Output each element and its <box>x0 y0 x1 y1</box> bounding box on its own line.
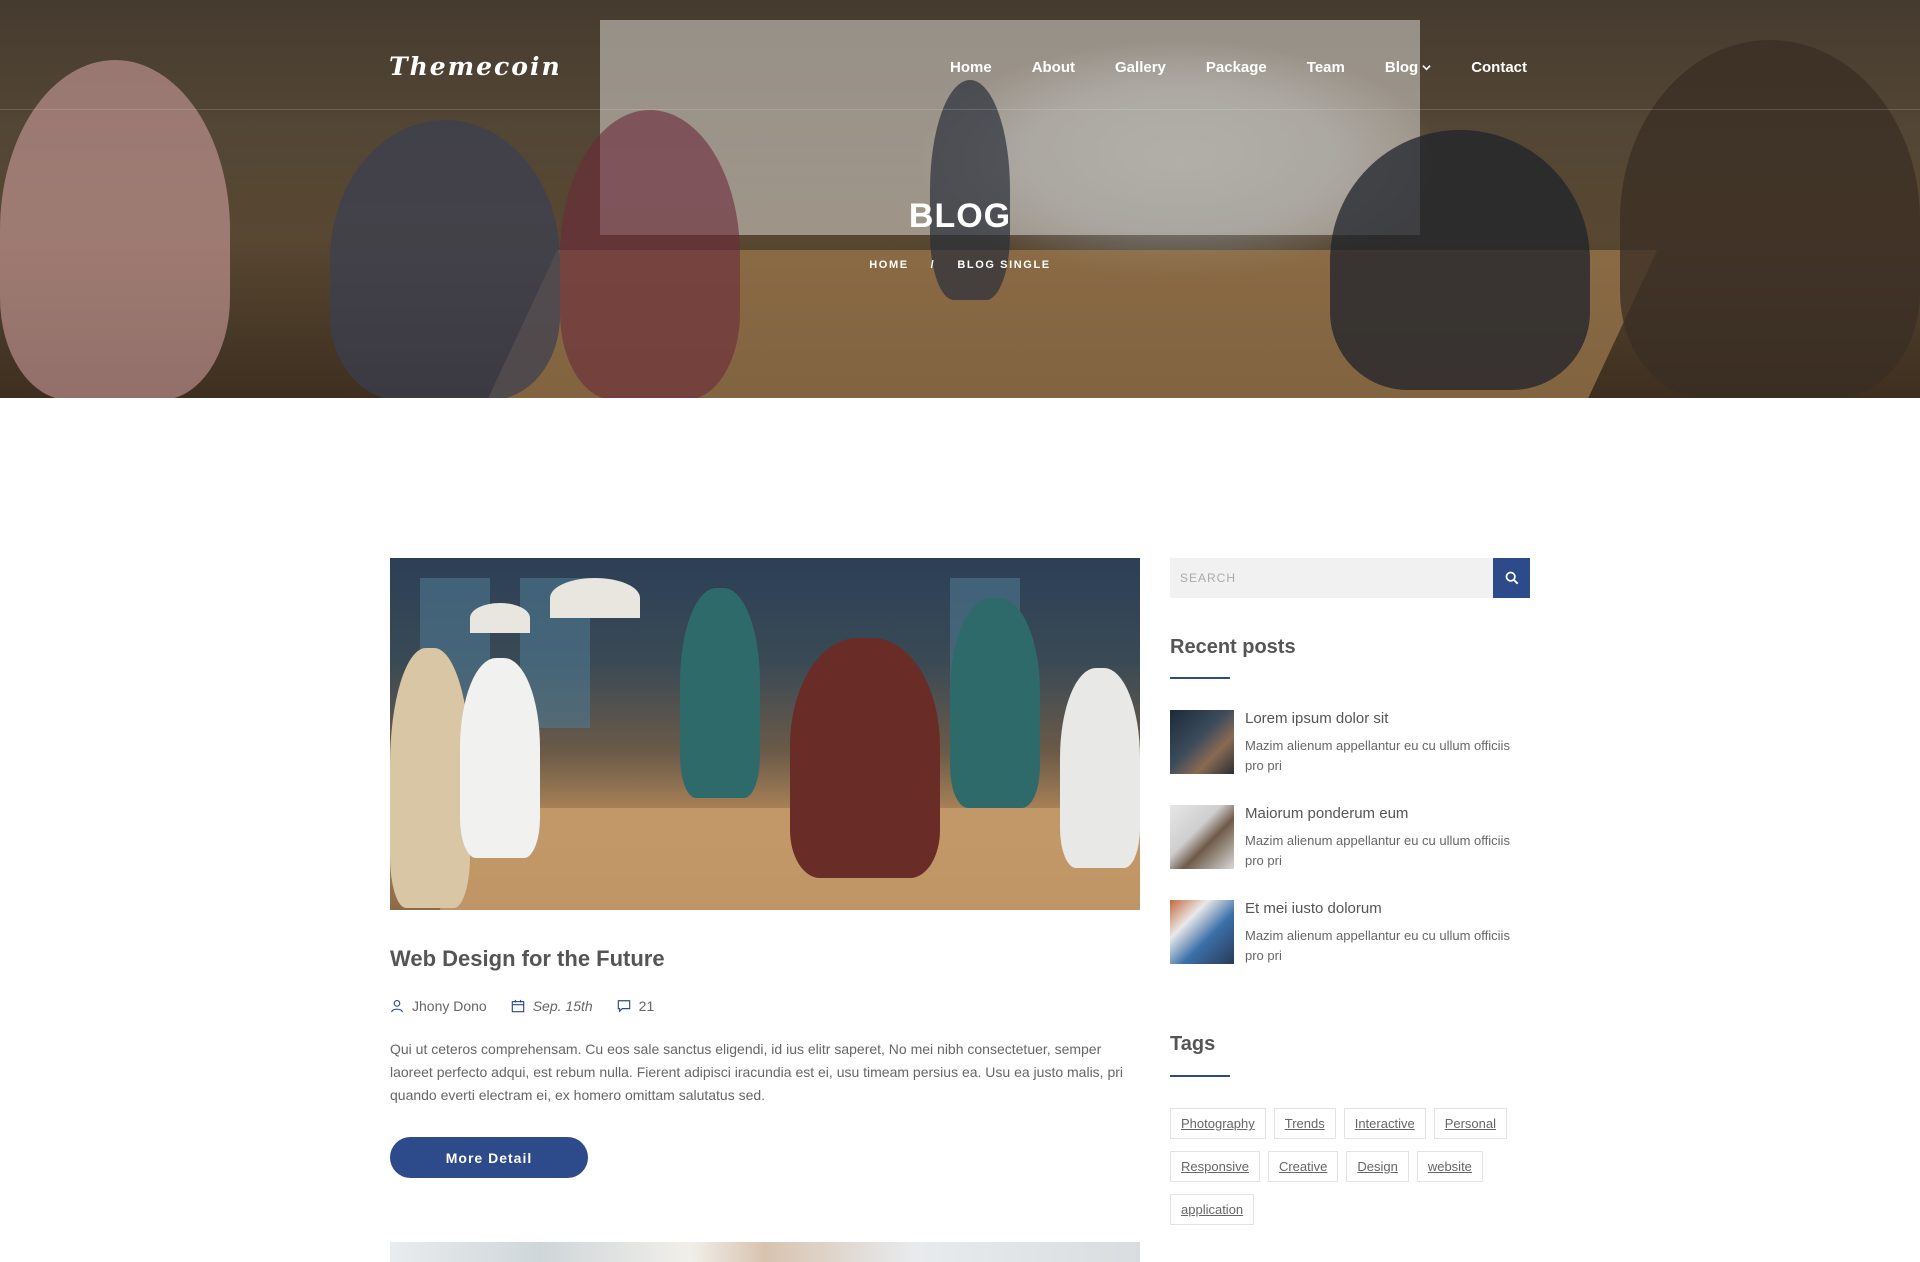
tags-underline <box>1170 1075 1230 1077</box>
image-person-shape <box>390 648 470 908</box>
page-title: BLOG <box>908 197 1012 235</box>
recent-post-thumbnail[interactable] <box>1170 900 1234 964</box>
post-meta: Jhony Dono Sep. 15th 21 <box>390 998 678 1014</box>
tag-application[interactable]: application <box>1170 1194 1255 1225</box>
breadcrumb: HOME / BLOG SINGLE <box>0 259 1920 271</box>
tag-design[interactable]: Design <box>1346 1151 1409 1182</box>
nav-about[interactable]: About <box>1032 59 1075 76</box>
nav-team-label: Team <box>1306 59 1345 76</box>
nav-gallery-label: Gallery <box>1115 59 1166 76</box>
tag-photography[interactable]: Photography <box>1170 1108 1266 1139</box>
nav-blog[interactable]: Blog <box>1385 59 1431 76</box>
post-author-name: Jhony Dono <box>412 998 487 1014</box>
recent-post-desc: Mazim alienum appellantur eu cu ullum of… <box>1245 928 1510 963</box>
post-excerpt: Qui ut ceteros comprehensam. Cu eos sale… <box>390 1041 1124 1103</box>
nav-contact-label: Contact <box>1471 59 1528 76</box>
tag-cloud: Photography Trends Interactive Personal … <box>1170 1108 1540 1237</box>
image-person-shape <box>790 638 940 878</box>
post-date: Sep. 15th <box>511 998 593 1014</box>
recent-post-item[interactable]: Et mei iusto dolorum Mazim alienum appel… <box>1170 900 1530 970</box>
nav-package-label: Package <box>1205 59 1267 76</box>
search-widget <box>1170 558 1530 598</box>
image-lamp-shape <box>470 603 530 633</box>
post-date-text: Sep. 15th <box>532 998 593 1014</box>
breadcrumb-current: BLOG SINGLE <box>957 259 1051 271</box>
recent-post-title[interactable]: Maiorum ponderum eum <box>1245 805 1408 822</box>
post-comments-count: 21 <box>638 998 655 1014</box>
nav-home-label: Home <box>950 59 992 76</box>
nav-blog-label: Blog <box>1384 59 1419 76</box>
hero-person-shape <box>560 110 740 398</box>
chevron-down-icon <box>1422 65 1431 71</box>
breadcrumb-home[interactable]: HOME <box>869 259 908 271</box>
recent-post-desc: Mazim alienum appellantur eu cu ullum of… <box>1245 833 1510 868</box>
hero-banner: Themecoin Home About Gallery Package Tea… <box>0 0 1920 398</box>
tag-website[interactable]: website <box>1416 1151 1483 1182</box>
recent-post-thumbnail[interactable] <box>1170 710 1234 774</box>
main-nav: Home About Gallery Package Team Blog Con… <box>950 59 1527 76</box>
nav-about-label: About <box>1031 59 1076 76</box>
recent-post-item[interactable]: Lorem ipsum dolor sit Mazim alienum appe… <box>1170 710 1530 780</box>
more-detail-button[interactable]: More Detail <box>390 1137 588 1178</box>
tag-creative[interactable]: Creative <box>1267 1151 1339 1182</box>
post-author[interactable]: Jhony Dono <box>390 998 487 1014</box>
image-person-shape <box>950 598 1040 808</box>
nav-gallery[interactable]: Gallery <box>1115 59 1166 76</box>
post-title[interactable]: Web Design for the Future <box>390 946 665 972</box>
tag-personal[interactable]: Personal <box>1433 1108 1508 1139</box>
search-button[interactable] <box>1493 558 1530 598</box>
post-comments[interactable]: 21 <box>617 998 655 1014</box>
nav-team[interactable]: Team <box>1307 59 1345 76</box>
image-person-shape <box>1060 668 1140 868</box>
top-navbar: Themecoin Home About Gallery Package Tea… <box>0 0 1920 110</box>
tag-interactive[interactable]: Interactive <box>1343 1108 1426 1139</box>
recent-posts-title: Recent posts <box>1170 636 1296 658</box>
site-logo[interactable]: Themecoin <box>389 52 562 81</box>
tag-responsive[interactable]: Responsive <box>1170 1151 1260 1182</box>
post-featured-image[interactable] <box>390 558 1140 910</box>
tags-title: Tags <box>1170 1033 1216 1055</box>
recent-post-thumbnail[interactable] <box>1170 805 1234 869</box>
breadcrumb-separator: / <box>930 259 936 271</box>
user-icon <box>391 1000 403 1013</box>
next-post-image[interactable] <box>390 1242 1140 1262</box>
image-person-shape <box>460 658 540 858</box>
search-icon <box>1505 571 1518 585</box>
recent-post-desc: Mazim alienum appellantur eu cu ullum of… <box>1245 738 1510 773</box>
calendar-icon <box>511 999 524 1013</box>
recent-posts-underline <box>1170 677 1230 679</box>
image-person-shape <box>680 588 760 798</box>
search-input[interactable] <box>1170 558 1493 598</box>
image-lamp-shape <box>550 578 640 618</box>
nav-contact[interactable]: Contact <box>1471 59 1527 76</box>
tag-trends[interactable]: Trends <box>1273 1108 1336 1139</box>
nav-package[interactable]: Package <box>1206 59 1267 76</box>
recent-post-title[interactable]: Lorem ipsum dolor sit <box>1245 710 1388 727</box>
nav-home[interactable]: Home <box>950 59 992 76</box>
comment-icon <box>617 1000 630 1013</box>
recent-post-title[interactable]: Et mei iusto dolorum <box>1245 900 1382 917</box>
recent-post-item[interactable]: Maiorum ponderum eum Mazim alienum appel… <box>1170 805 1530 875</box>
